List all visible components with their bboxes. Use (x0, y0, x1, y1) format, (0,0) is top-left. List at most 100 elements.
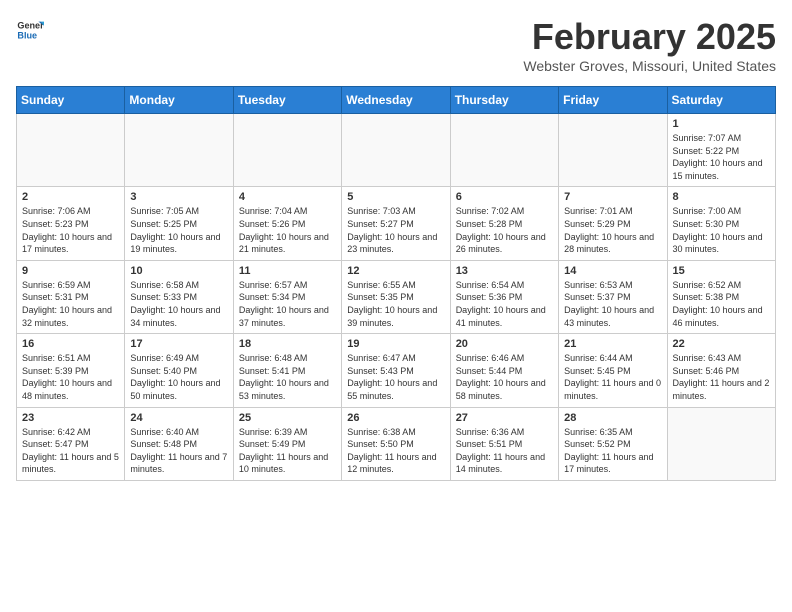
day-info: Sunrise: 6:39 AM Sunset: 5:49 PM Dayligh… (239, 426, 336, 476)
day-number: 26 (347, 412, 444, 424)
day-number: 25 (239, 412, 336, 424)
calendar-cell: 3 Sunrise: 7:05 AM Sunset: 5:25 PM Daylig… (125, 187, 233, 260)
week-row-4: 16 Sunrise: 6:51 AM Sunset: 5:39 PM Dayli… (17, 334, 776, 407)
calendar-cell (559, 114, 667, 187)
day-number: 24 (130, 412, 227, 424)
day-info: Sunrise: 6:52 AM Sunset: 5:38 PM Dayligh… (673, 279, 770, 329)
calendar-cell: 22 Sunrise: 6:43 AM Sunset: 5:46 PM Dayli… (667, 334, 775, 407)
weekday-header-saturday: Saturday (667, 87, 775, 114)
day-info: Sunrise: 7:04 AM Sunset: 5:26 PM Dayligh… (239, 205, 336, 255)
calendar-cell: 13Sunrise: 6:54 AM Sunset: 5:36 PM Dayli… (450, 260, 558, 333)
calendar-cell: 21Sunrise: 6:44 AM Sunset: 5:45 PM Dayli… (559, 334, 667, 407)
day-number: 20 (456, 338, 553, 350)
calendar-cell: 7 Sunrise: 7:01 AM Sunset: 5:29 PM Daylig… (559, 187, 667, 260)
day-number: 28 (564, 412, 661, 424)
calendar-cell: 18 Sunrise: 6:48 AM Sunset: 5:41 PM Dayli… (233, 334, 341, 407)
day-info: Sunrise: 6:38 AM Sunset: 5:50 PM Dayligh… (347, 426, 444, 476)
day-number: 2 (22, 191, 119, 203)
calendar-cell (450, 114, 558, 187)
day-info: Sunrise: 6:36 AM Sunset: 5:51 PM Dayligh… (456, 426, 553, 476)
day-number: 10 (130, 265, 227, 277)
day-info: Sunrise: 6:48 AM Sunset: 5:41 PM Dayligh… (239, 352, 336, 402)
day-info: Sunrise: 7:03 AM Sunset: 5:27 PM Dayligh… (347, 205, 444, 255)
day-number: 16 (22, 338, 119, 350)
day-info: Sunrise: 6:58 AM Sunset: 5:33 PM Dayligh… (130, 279, 227, 329)
day-info: Sunrise: 7:05 AM Sunset: 5:25 PM Dayligh… (130, 205, 227, 255)
day-number: 6 (456, 191, 553, 203)
calendar-cell: 28 Sunrise: 6:35 AM Sunset: 5:52 PM Dayli… (559, 407, 667, 480)
day-number: 9 (22, 265, 119, 277)
logo-icon: General Blue (16, 16, 44, 44)
day-number: 23 (22, 412, 119, 424)
day-number: 13 (456, 265, 553, 277)
day-info: Sunrise: 6:40 AM Sunset: 5:48 PM Dayligh… (130, 426, 227, 476)
week-row-1: 1 Sunrise: 7:07 AM Sunset: 5:22 PM Daylig… (17, 114, 776, 187)
calendar-cell: 14Sunrise: 6:53 AM Sunset: 5:37 PM Dayli… (559, 260, 667, 333)
calendar-cell: 4 Sunrise: 7:04 AM Sunset: 5:26 PM Daylig… (233, 187, 341, 260)
logo: General Blue (16, 16, 44, 44)
day-info: Sunrise: 6:47 AM Sunset: 5:43 PM Dayligh… (347, 352, 444, 402)
day-number: 18 (239, 338, 336, 350)
title-block: February 2025 Webster Groves, Missouri, … (523, 16, 776, 74)
calendar-cell: 10 Sunrise: 6:58 AM Sunset: 5:33 PM Dayli… (125, 260, 233, 333)
weekday-header-monday: Monday (125, 87, 233, 114)
calendar-cell: 19 Sunrise: 6:47 AM Sunset: 5:43 PM Dayli… (342, 334, 450, 407)
week-row-5: 23 Sunrise: 6:42 AM Sunset: 5:47 PM Dayli… (17, 407, 776, 480)
location-text: Webster Groves, Missouri, United States (523, 58, 776, 74)
weekday-header-wednesday: Wednesday (342, 87, 450, 114)
calendar-table: SundayMondayTuesdayWednesdayThursdayFrid… (16, 86, 776, 481)
weekday-header-friday: Friday (559, 87, 667, 114)
day-number: 3 (130, 191, 227, 203)
day-number: 15 (673, 265, 770, 277)
day-info: Sunrise: 6:43 AM Sunset: 5:46 PM Dayligh… (673, 352, 770, 402)
calendar-cell (17, 114, 125, 187)
day-info: Sunrise: 6:35 AM Sunset: 5:52 PM Dayligh… (564, 426, 661, 476)
weekday-header-thursday: Thursday (450, 87, 558, 114)
day-info: Sunrise: 6:46 AM Sunset: 5:44 PM Dayligh… (456, 352, 553, 402)
calendar-cell: 1 Sunrise: 7:07 AM Sunset: 5:22 PM Daylig… (667, 114, 775, 187)
calendar-cell: 24 Sunrise: 6:40 AM Sunset: 5:48 PM Dayli… (125, 407, 233, 480)
weekday-header-tuesday: Tuesday (233, 87, 341, 114)
day-info: Sunrise: 6:51 AM Sunset: 5:39 PM Dayligh… (22, 352, 119, 402)
calendar-cell: 25 Sunrise: 6:39 AM Sunset: 5:49 PM Dayli… (233, 407, 341, 480)
month-title: February 2025 (523, 16, 776, 58)
calendar-cell: 20 Sunrise: 6:46 AM Sunset: 5:44 PM Dayli… (450, 334, 558, 407)
day-number: 7 (564, 191, 661, 203)
week-row-3: 9 Sunrise: 6:59 AM Sunset: 5:31 PM Daylig… (17, 260, 776, 333)
day-number: 5 (347, 191, 444, 203)
day-info: Sunrise: 6:42 AM Sunset: 5:47 PM Dayligh… (22, 426, 119, 476)
day-info: Sunrise: 6:44 AM Sunset: 5:45 PM Dayligh… (564, 352, 661, 402)
day-info: Sunrise: 6:59 AM Sunset: 5:31 PM Dayligh… (22, 279, 119, 329)
calendar-cell (667, 407, 775, 480)
day-info: Sunrise: 6:57 AM Sunset: 5:34 PM Dayligh… (239, 279, 336, 329)
calendar-cell: 5 Sunrise: 7:03 AM Sunset: 5:27 PM Daylig… (342, 187, 450, 260)
day-info: Sunrise: 7:06 AM Sunset: 5:23 PM Dayligh… (22, 205, 119, 255)
calendar-cell: 17 Sunrise: 6:49 AM Sunset: 5:40 PM Dayli… (125, 334, 233, 407)
day-info: Sunrise: 7:07 AM Sunset: 5:22 PM Dayligh… (673, 132, 770, 182)
calendar-cell: 16 Sunrise: 6:51 AM Sunset: 5:39 PM Dayli… (17, 334, 125, 407)
day-number: 11 (239, 265, 336, 277)
day-info: Sunrise: 7:00 AM Sunset: 5:30 PM Dayligh… (673, 205, 770, 255)
day-number: 4 (239, 191, 336, 203)
calendar-cell: 12Sunrise: 6:55 AM Sunset: 5:35 PM Dayli… (342, 260, 450, 333)
day-info: Sunrise: 7:02 AM Sunset: 5:28 PM Dayligh… (456, 205, 553, 255)
day-info: Sunrise: 6:49 AM Sunset: 5:40 PM Dayligh… (130, 352, 227, 402)
day-number: 22 (673, 338, 770, 350)
calendar-cell (125, 114, 233, 187)
weekday-header-row: SundayMondayTuesdayWednesdayThursdayFrid… (17, 87, 776, 114)
calendar-cell: 9 Sunrise: 6:59 AM Sunset: 5:31 PM Daylig… (17, 260, 125, 333)
svg-text:Blue: Blue (17, 30, 37, 40)
weekday-header-sunday: Sunday (17, 87, 125, 114)
day-info: Sunrise: 6:55 AM Sunset: 5:35 PM Dayligh… (347, 279, 444, 329)
day-info: Sunrise: 7:01 AM Sunset: 5:29 PM Dayligh… (564, 205, 661, 255)
day-number: 1 (673, 118, 770, 130)
calendar-cell (342, 114, 450, 187)
calendar-cell: 6 Sunrise: 7:02 AM Sunset: 5:28 PM Daylig… (450, 187, 558, 260)
calendar-cell: 26 Sunrise: 6:38 AM Sunset: 5:50 PM Dayli… (342, 407, 450, 480)
calendar-cell: 15 Sunrise: 6:52 AM Sunset: 5:38 PM Dayli… (667, 260, 775, 333)
day-number: 19 (347, 338, 444, 350)
day-number: 17 (130, 338, 227, 350)
day-number: 14 (564, 265, 661, 277)
week-row-2: 2 Sunrise: 7:06 AM Sunset: 5:23 PM Daylig… (17, 187, 776, 260)
calendar-cell: 23 Sunrise: 6:42 AM Sunset: 5:47 PM Dayli… (17, 407, 125, 480)
